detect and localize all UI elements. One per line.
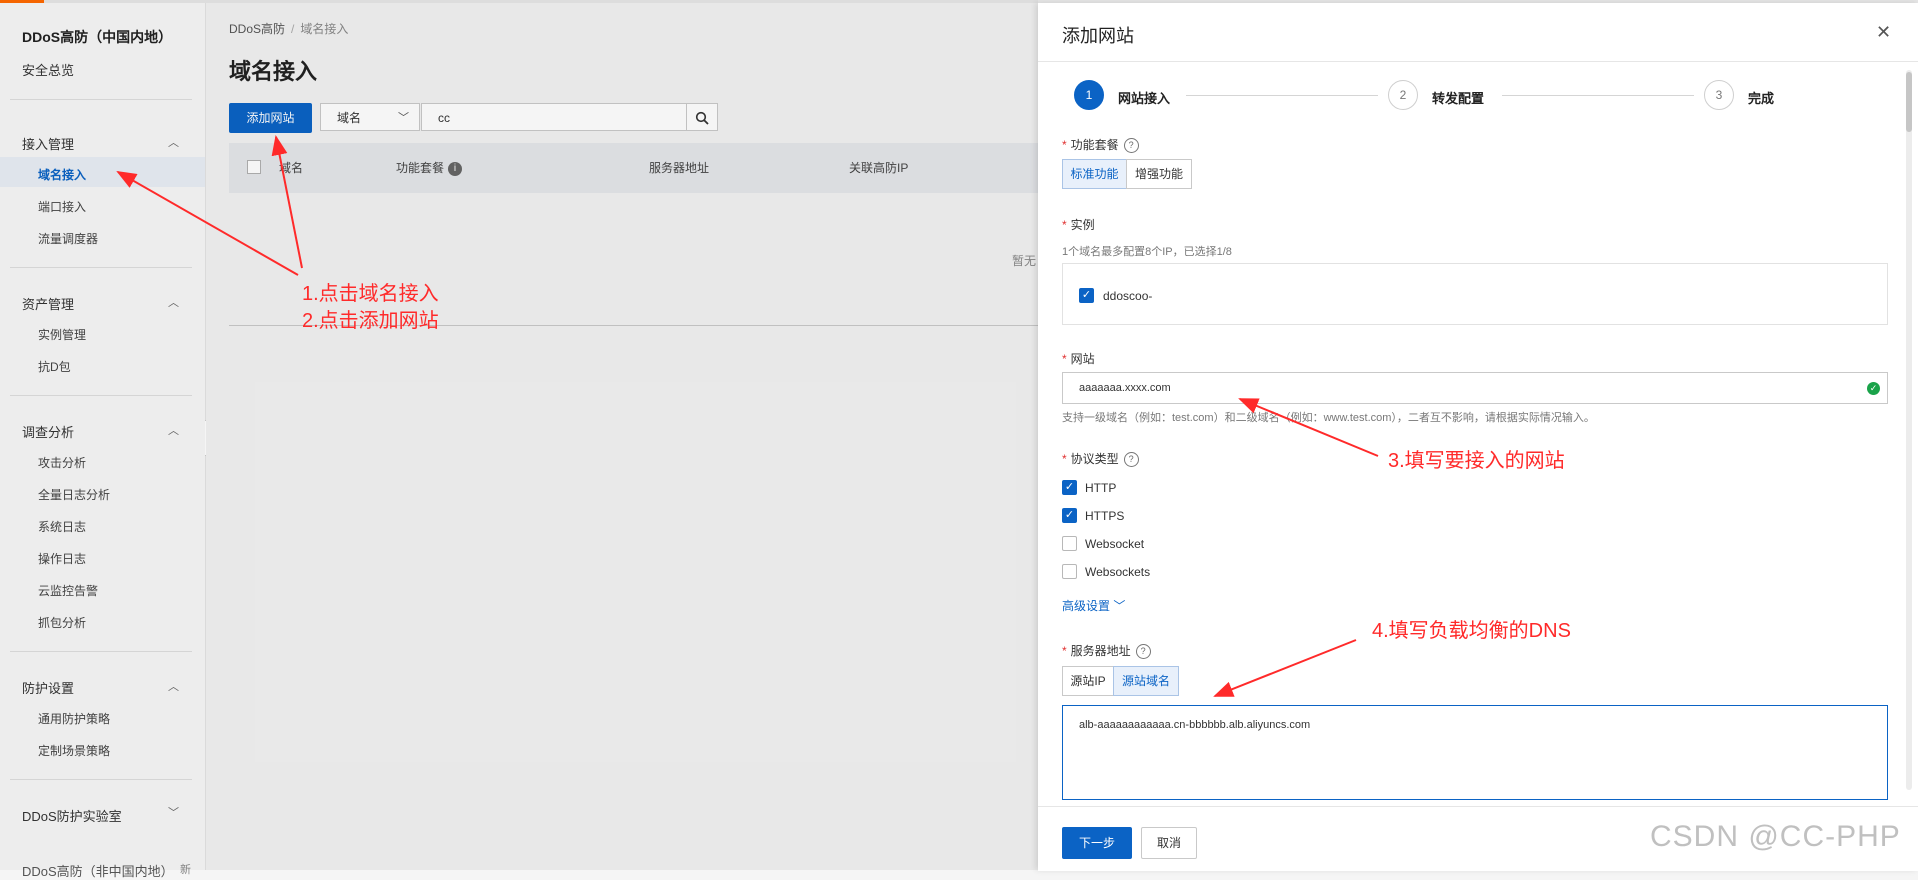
arrow-to-add-button: [271, 135, 303, 269]
annotation-step3: 3.填写要接入的网站: [1388, 450, 1565, 472]
arrow-to-website-input: [1238, 398, 1379, 457]
annotation-step2: 2.点击添加网站: [302, 310, 439, 332]
annotation-arrows: [116, 135, 1379, 697]
arrow-to-server-address: [1213, 639, 1357, 697]
watermark: CSDN @CC-PHP: [1650, 820, 1901, 853]
annotation-step4: 4.填写负载均衡的DNS: [1372, 620, 1571, 642]
arrow-to-domain-access: [116, 171, 299, 276]
annotation-step1: 1.点击域名接入: [302, 283, 439, 305]
